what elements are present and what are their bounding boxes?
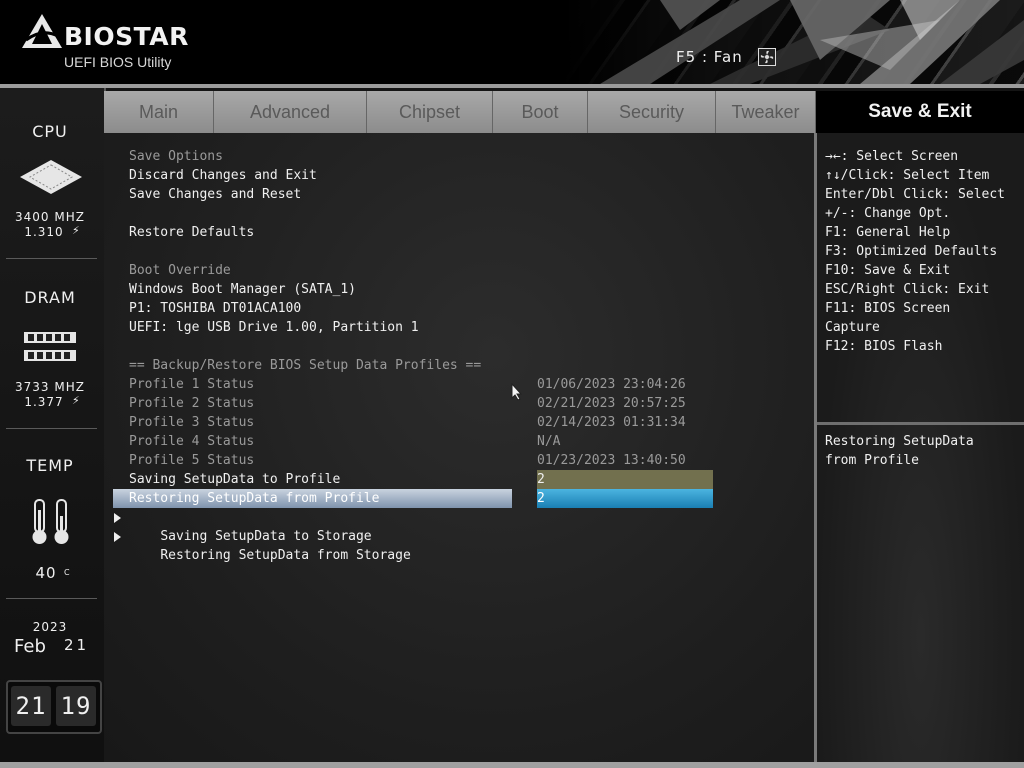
settings-list: Save Options Discard Changes and Exit Sa… bbox=[104, 133, 814, 762]
help-key: F10: Save & Exit bbox=[825, 263, 951, 278]
date-year: 2023 bbox=[32, 620, 68, 634]
decorative-shards bbox=[600, 0, 1024, 84]
profile-status-label: Profile 1 Status bbox=[129, 377, 255, 392]
date-day: 21 bbox=[64, 636, 90, 654]
discard-exit-option[interactable]: Discard Changes and Exit bbox=[129, 166, 317, 185]
mouse-cursor-icon bbox=[511, 383, 523, 401]
restoring-storage-submenu[interactable]: Restoring SetupData from Storage bbox=[114, 527, 411, 563]
restoring-profile-option[interactable]: Restoring SetupData from Profile bbox=[113, 489, 512, 508]
dram-label: DRAM bbox=[24, 288, 76, 307]
panel-divider bbox=[6, 258, 97, 259]
clock-minute: 19 bbox=[56, 686, 96, 726]
restore-defaults-option[interactable]: Restore Defaults bbox=[129, 223, 254, 242]
voltage-bolt-icon: ⚡ bbox=[72, 394, 80, 407]
submenu-arrow-icon bbox=[114, 513, 121, 523]
dram-frequency: 3733 MHZ bbox=[15, 380, 85, 394]
profile-status-value: 01/23/2023 13:40:50 bbox=[537, 453, 686, 468]
header-bar: BIOSTAR UEFI BIOS Utility F5 : Fan bbox=[0, 0, 1024, 84]
help-key: F3: Optimized Defaults bbox=[825, 244, 998, 259]
boot-override-item[interactable]: UEFI: lge USB Drive 1.00, Partition 1 bbox=[129, 318, 419, 337]
temperature-value: 40 bbox=[35, 564, 57, 582]
help-key: Capture bbox=[825, 320, 880, 335]
voltage-bolt-icon: ⚡ bbox=[72, 224, 80, 237]
biostar-logo-icon bbox=[22, 14, 62, 48]
temperature-unit: C bbox=[64, 568, 70, 577]
temp-label: TEMP bbox=[26, 456, 74, 475]
help-key: →←: Select Screen bbox=[825, 149, 959, 164]
tab-boot[interactable]: Boot bbox=[493, 91, 588, 133]
item-description: from Profile bbox=[825, 453, 919, 468]
cpu-frequency: 3400 MHZ bbox=[15, 210, 85, 224]
menu-tab-bar: Main Advanced Chipset Boot Security Twea… bbox=[104, 91, 816, 133]
help-divider bbox=[817, 422, 1024, 425]
profile-status-value: 01/06/2023 23:04:26 bbox=[537, 377, 686, 392]
help-key: ↑↓/Click: Select Item bbox=[825, 168, 990, 183]
help-panel: →←: Select Screen ↑↓/Click: Select Item … bbox=[817, 133, 1024, 762]
profile-status-label: Profile 2 Status bbox=[129, 396, 255, 411]
clock-hour: 21 bbox=[11, 686, 51, 726]
tab-advanced[interactable]: Advanced bbox=[214, 91, 367, 133]
fan-shortcut-label[interactable]: F5 : Fan bbox=[676, 48, 743, 66]
profile-status-value: N/A bbox=[537, 434, 561, 449]
dram-voltage: 1.377 bbox=[24, 395, 64, 409]
tab-main[interactable]: Main bbox=[104, 91, 214, 133]
dram-module-icon bbox=[24, 332, 76, 361]
bottom-border bbox=[0, 762, 1024, 768]
profile-status-label: Profile 3 Status bbox=[129, 415, 255, 430]
clock-display: 21 19 bbox=[6, 680, 102, 734]
profile-status-label: Profile 4 Status bbox=[129, 434, 255, 449]
tab-tweaker[interactable]: Tweaker bbox=[716, 91, 816, 133]
profile-status-label: Profile 5 Status bbox=[129, 453, 255, 468]
help-key: ESC/Right Click: Exit bbox=[825, 282, 990, 297]
saving-profile-option[interactable]: Saving SetupData to Profile bbox=[129, 470, 340, 489]
tab-chipset[interactable]: Chipset bbox=[367, 91, 493, 133]
cpu-voltage: 1.310 bbox=[24, 225, 64, 239]
fan-icon[interactable] bbox=[758, 48, 776, 66]
saving-profile-select[interactable]: 2 bbox=[537, 470, 713, 489]
panel-divider bbox=[6, 598, 97, 599]
cpu-chip-icon bbox=[20, 160, 82, 194]
section-header-profiles: == Backup/Restore BIOS Setup Data Profil… bbox=[129, 358, 482, 373]
boot-override-item[interactable]: Windows Boot Manager (SATA_1) bbox=[129, 280, 356, 299]
date-month: Feb bbox=[14, 636, 46, 657]
profile-status-value: 02/14/2023 01:31:34 bbox=[537, 415, 686, 430]
help-key: F1: General Help bbox=[825, 225, 951, 240]
cpu-label: CPU bbox=[32, 122, 68, 141]
item-description: Restoring SetupData bbox=[825, 434, 974, 449]
save-reset-option[interactable]: Save Changes and Reset bbox=[129, 185, 301, 204]
help-key: +/-: Change Opt. bbox=[825, 206, 951, 221]
section-header-save-options: Save Options bbox=[129, 149, 223, 164]
tab-security[interactable]: Security bbox=[588, 91, 716, 133]
brand-subtitle: UEFI BIOS Utility bbox=[64, 54, 172, 70]
header-divider bbox=[0, 84, 1024, 88]
section-header-boot-override: Boot Override bbox=[129, 263, 231, 278]
saving-storage-submenu[interactable]: Saving SetupData to Storage bbox=[114, 508, 372, 544]
help-key: F11: BIOS Screen bbox=[825, 301, 951, 316]
help-key: Enter/Dbl Click: Select bbox=[825, 187, 1006, 202]
tab-save-exit[interactable]: Save & Exit bbox=[816, 91, 1024, 133]
brand-name: BIOSTAR bbox=[64, 22, 189, 51]
boot-override-item[interactable]: P1: TOSHIBA DT01ACA100 bbox=[129, 299, 301, 318]
help-key: F12: BIOS Flash bbox=[825, 339, 943, 354]
profile-status-value: 02/21/2023 20:57:25 bbox=[537, 396, 686, 411]
restoring-storage-label: Restoring SetupData from Storage bbox=[160, 548, 411, 563]
system-status-panel: CPU 3400 MHZ 1.310 ⚡ DRAM 3733 MHZ 1.377… bbox=[0, 88, 106, 762]
submenu-arrow-icon bbox=[114, 532, 121, 542]
thermometer-icon bbox=[32, 499, 69, 544]
panel-divider bbox=[6, 428, 97, 429]
restoring-profile-select[interactable]: 2 bbox=[537, 489, 713, 508]
